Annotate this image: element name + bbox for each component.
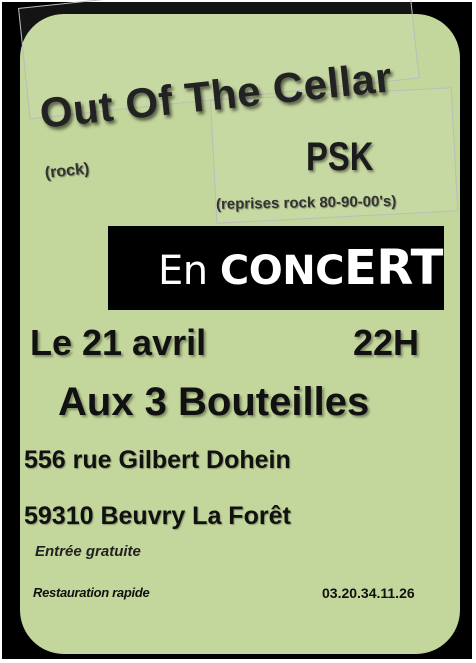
- banner-en: En: [158, 248, 220, 294]
- event-date: Le 21 avril: [30, 322, 207, 363]
- food-note: Restauration rapide: [33, 585, 150, 600]
- venue-name: Aux 3 Bouteilles: [58, 380, 370, 424]
- venue-street: 556 rue Gilbert Dohein: [24, 446, 291, 474]
- event-time: 22H: [353, 322, 420, 363]
- concert-banner: En CONCERT: [108, 226, 444, 310]
- band2-name: PSK: [306, 135, 374, 179]
- poster-page: Out Of The Cellar (rock) PSK (reprises r…: [0, 0, 476, 663]
- venue-city: 59310 Beuvry La Forêt: [24, 502, 291, 530]
- band2-genre: (reprises rock 80-90-00's): [215, 192, 397, 213]
- banner-conc: CONC: [219, 248, 345, 294]
- contact-phone: 03.20.34.11.26: [322, 585, 415, 601]
- entry-note: Entrée gratuite: [35, 543, 141, 560]
- concert-banner-text: En CONCERT: [158, 240, 443, 296]
- banner-ert: ERT: [344, 240, 443, 296]
